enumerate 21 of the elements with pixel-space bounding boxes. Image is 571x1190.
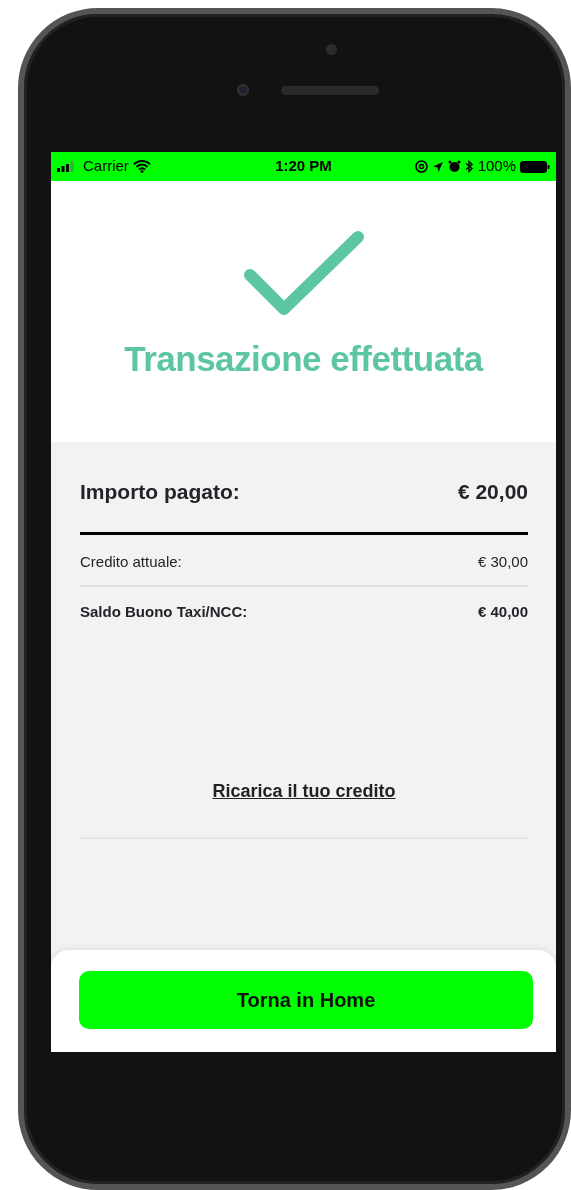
- speaker-icon: [281, 86, 379, 95]
- carrier-text: Carrier: [83, 156, 129, 177]
- location-icon: [431, 160, 444, 173]
- row-amount: € 40,00: [477, 602, 528, 622]
- camera-icon: [237, 84, 249, 96]
- battery-icon: [520, 160, 550, 173]
- row-amount: € 30,00: [477, 551, 528, 572]
- at-sign-icon: [414, 160, 428, 173]
- battery-text: 100%: [477, 156, 516, 177]
- row-label: Saldo Buono Taxi/NCC:: [80, 602, 248, 622]
- sensor-icon: [326, 44, 337, 55]
- row-amount: € 20,00: [457, 479, 528, 505]
- row-label: Importo pagato:: [80, 479, 240, 505]
- success-title: Transazione effettuata: [124, 338, 483, 380]
- status-time: 1:20 PM: [275, 156, 332, 177]
- wifi-icon: [132, 160, 151, 173]
- row-label: Credito attuale:: [80, 551, 182, 572]
- home-button[interactable]: Torna in Home: [79, 971, 533, 1029]
- alarm-icon: [447, 160, 461, 173]
- recharge-link[interactable]: Ricarica il tuo credito: [212, 780, 396, 801]
- bluetooth-icon: [464, 160, 474, 173]
